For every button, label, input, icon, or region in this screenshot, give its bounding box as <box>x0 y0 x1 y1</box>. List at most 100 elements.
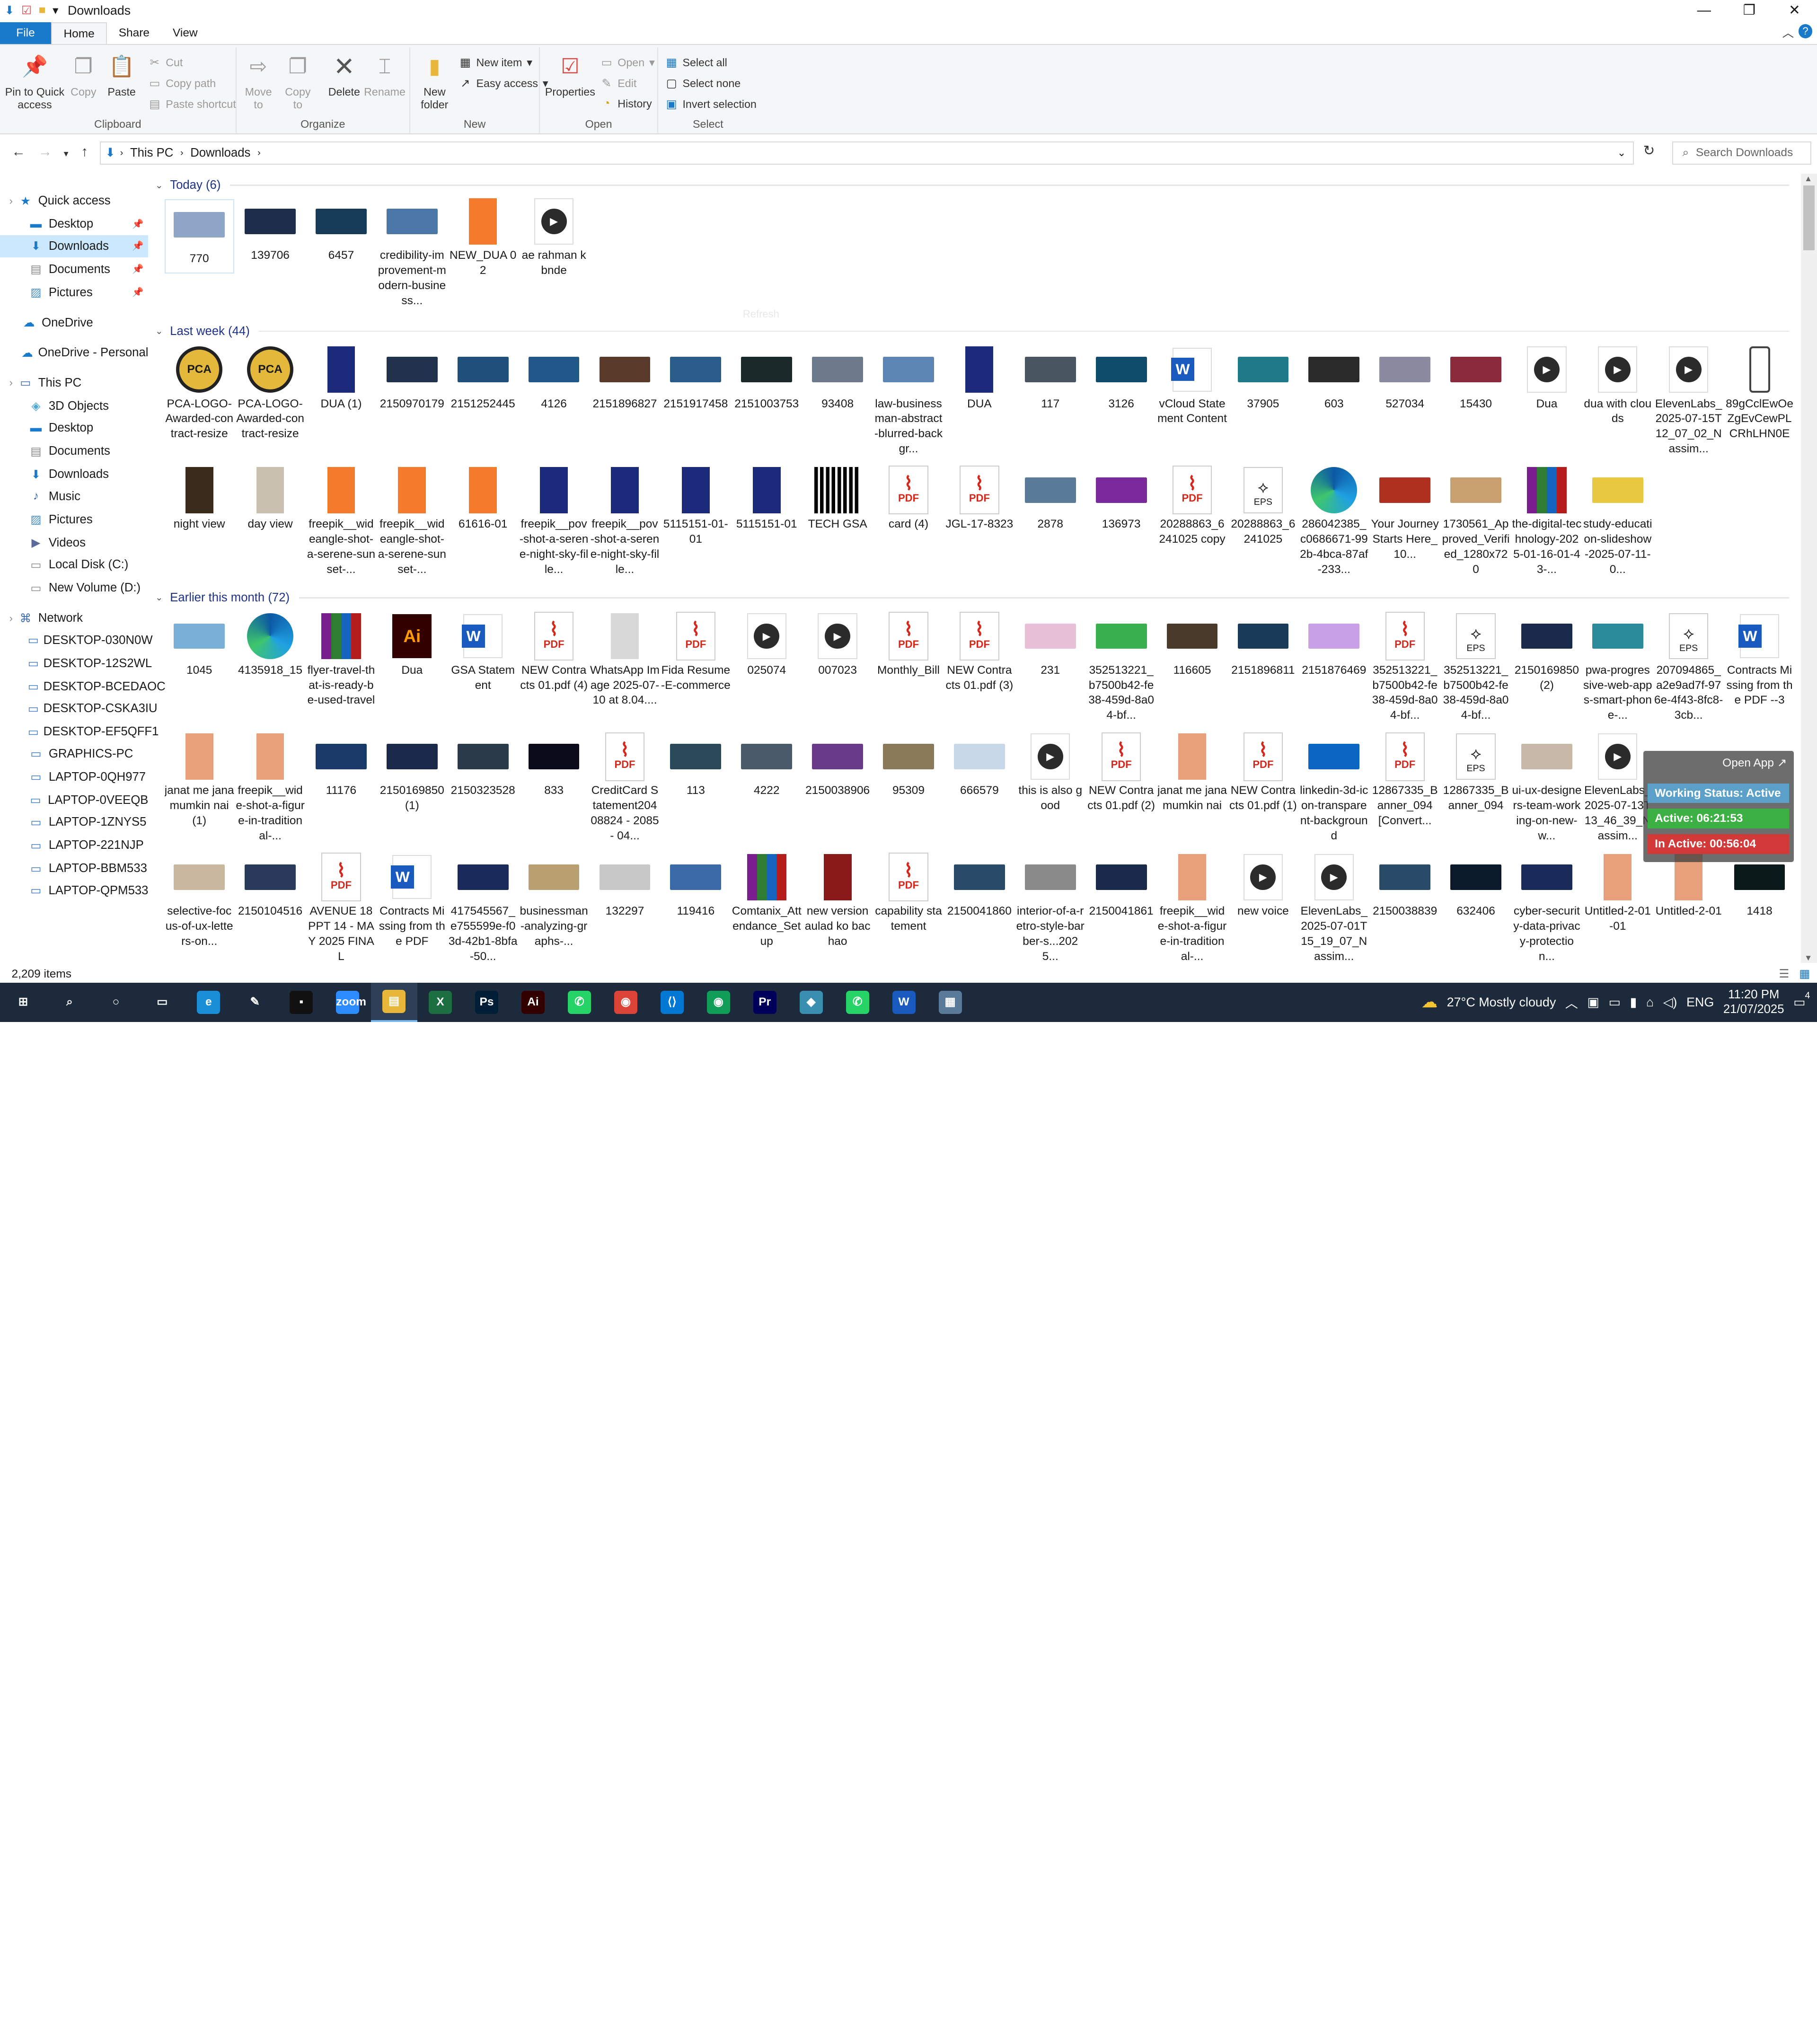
collapse-group-icon[interactable]: ⌄ <box>155 592 163 603</box>
sidebar-item[interactable]: ▭ LAPTOP-BBM533 <box>0 857 148 880</box>
sidebar-item[interactable]: › ⌘ Network <box>0 607 148 629</box>
scroll-up-icon[interactable]: ▲ <box>1804 174 1812 184</box>
file-item[interactable]: 113 <box>661 735 731 799</box>
file-item[interactable]: ⌇ PDF CreditCard Statement20408824 - 2085 … <box>590 732 660 844</box>
network-icon[interactable]: ⌂ <box>1646 995 1654 1010</box>
sidebar-item[interactable]: ☁ OneDrive <box>0 312 148 334</box>
copy-button[interactable]: ❐ Copy <box>67 52 100 98</box>
meet-now-icon[interactable]: ▣ <box>1587 995 1599 1010</box>
file-item[interactable]: 417545567_e755599e-f03d-42b1-8bfa-50... <box>448 855 518 963</box>
file-item[interactable]: 4222 <box>732 735 802 799</box>
file-item[interactable]: selective-focus-of-ux-letters-on... <box>165 855 234 949</box>
file-item[interactable]: ⌇ PDF NEW Contracts 01.pdf (2) <box>1086 732 1156 814</box>
file-item[interactable]: DUA (1) <box>307 346 376 412</box>
file-item[interactable]: freepik__pov-shot-a-serene-night-sky-fil… <box>590 467 660 577</box>
minimize-button[interactable]: — <box>1682 0 1727 21</box>
vertical-scrollbar[interactable]: ▲ ▼ <box>1800 174 1817 963</box>
screen-icon[interactable]: ▭ <box>1608 995 1620 1010</box>
file-item[interactable]: credibility-improvement-modern-business.… <box>377 199 447 308</box>
file-item[interactable]: 833 <box>519 735 589 799</box>
maximize-button[interactable]: ❐ <box>1727 0 1772 21</box>
open-button[interactable]: ▭ Open ▾ <box>600 55 654 70</box>
file-item[interactable]: 2150038906 <box>803 735 873 799</box>
paste-shortcut-button[interactable]: ▤ Paste shortcut <box>148 97 236 111</box>
edit-button[interactable]: ✎ Edit <box>600 76 637 90</box>
file-item[interactable]: ⌇ PDF NEW Contracts 01.pdf (1) <box>1228 732 1298 814</box>
breadcrumb-downloads[interactable]: Downloads <box>190 146 250 160</box>
file-item[interactable]: 1418 <box>1725 855 1794 919</box>
sidebar-item[interactable]: ◈ 3D Objects <box>0 395 148 417</box>
up-arrow-icon[interactable]: ↑ <box>81 144 88 160</box>
customize-toolbar-icon[interactable]: ▾ <box>53 3 58 18</box>
clock[interactable]: 11:20 PM 21/07/2025 <box>1723 987 1784 1018</box>
file-item[interactable]: 95309 <box>874 735 944 799</box>
sidebar-item[interactable]: ▭ DESKTOP-030N0W <box>0 629 153 652</box>
scroll-down-icon[interactable]: ▼ <box>1804 953 1812 963</box>
file-item[interactable]: 2150323528 <box>448 735 518 799</box>
file-item[interactable]: ▶ Dua <box>1512 346 1581 412</box>
sidebar-item[interactable]: ▤ Documents 📌 <box>0 258 148 281</box>
file-item[interactable]: ▶ this is also good <box>1015 733 1085 814</box>
file-item[interactable]: 37905 <box>1228 348 1298 412</box>
cut-button[interactable]: ✂ Cut <box>148 55 183 70</box>
file-item[interactable]: freepik__wide-shot-a-figure-in-tradition… <box>236 733 305 844</box>
file-item[interactable]: PCA PCA-LOGO-Awarded-contract-resize <box>236 346 305 441</box>
excel-icon[interactable]: X <box>417 983 464 1022</box>
file-item[interactable]: 139706 <box>236 199 305 263</box>
file-item[interactable]: 4135918_15 <box>236 613 305 678</box>
help-icon[interactable]: ? <box>1798 24 1813 38</box>
file-item[interactable]: vCloud Statement Content <box>1157 347 1227 427</box>
sidebar-item[interactable]: ▭ LAPTOP-221NJP <box>0 834 148 856</box>
file-item[interactable]: ⌇ PDF NEW Contracts 01.pdf (4) <box>519 612 589 693</box>
select-none-button[interactable]: ▢ Select none <box>665 76 741 90</box>
weather-text[interactable]: 27°C Mostly cloudy <box>1447 995 1556 1010</box>
sidebar-item[interactable]: ⬇ Downloads 📌 <box>0 235 149 257</box>
file-item[interactable]: 89gCclEwOeZgEvCewPLCRhLHN0E <box>1725 346 1794 441</box>
copy-to-button[interactable]: ❐ Copy to <box>281 52 315 111</box>
file-item[interactable]: 666579 <box>944 735 1014 799</box>
file-item[interactable]: 2150970179 <box>377 348 447 412</box>
file-item[interactable]: ▶ ElevenLabs_2025-07-13T13_46_39_Nassim..… <box>1583 733 1652 844</box>
file-item[interactable]: 231 <box>1015 614 1085 678</box>
vscode-icon[interactable]: ⟨⟩ <box>649 983 695 1022</box>
details-view-icon[interactable]: ☰ <box>1779 966 1789 982</box>
file-item[interactable]: janat me jana mumkin nai <box>1157 733 1227 814</box>
invert-selection-button[interactable]: ▣ Invert selection <box>665 97 757 111</box>
file-item[interactable]: 136973 <box>1086 468 1156 532</box>
open-app-button[interactable]: Open App ↗ <box>1722 756 1787 770</box>
file-item[interactable]: freepik__wideangle-shot-a-serene-sunset-… <box>377 467 447 577</box>
file-item[interactable]: ▶ dua with clouds <box>1583 346 1652 427</box>
file-item[interactable]: 770 <box>164 199 234 273</box>
group-header[interactable]: ⌄ Last week (44) <box>155 325 1790 338</box>
rename-button[interactable]: ⌶ Rename <box>364 52 406 98</box>
sidebar-item[interactable]: ⬇ Downloads <box>0 464 148 486</box>
move-to-button[interactable]: ⇨ Move to <box>241 52 275 111</box>
file-item[interactable]: 2151876469 <box>1299 614 1369 678</box>
file-item[interactable]: 61616-01 <box>448 467 518 532</box>
file-item[interactable]: 2150038839 <box>1370 855 1440 919</box>
file-item[interactable]: ▶ 025074 <box>732 613 802 678</box>
file-item[interactable]: ⟡ EPS 20288863_6241025 <box>1228 467 1298 547</box>
whatsapp-icon[interactable]: ✆ <box>556 983 602 1022</box>
terminal-icon[interactable]: ▪ <box>278 983 325 1022</box>
back-arrow-icon[interactable]: ← <box>11 144 25 160</box>
notifications-icon[interactable]: ▭ 4 <box>1793 990 1810 1010</box>
file-item[interactable]: ⌇ PDF capability statement <box>874 853 944 934</box>
properties-icon[interactable]: ☑ <box>21 3 32 18</box>
file-item[interactable]: 5115151-01 <box>732 467 802 532</box>
file-item[interactable]: freepik__pov-shot-a-serene-night-sky-fil… <box>519 467 589 577</box>
new-item-button[interactable]: ▦ New item ▾ <box>459 55 532 70</box>
history-button[interactable]: ◔ History <box>600 97 652 110</box>
file-item[interactable]: Comtanix_Attendance_Setup <box>732 854 802 949</box>
pin-quick-access-button[interactable]: 📌 Pin to Quick access <box>2 52 67 111</box>
select-all-button[interactable]: ▦ Select all <box>665 55 727 70</box>
app-icon[interactable]: ◆ <box>788 983 834 1022</box>
sidebar-item[interactable]: ☁ OneDrive - Personal <box>0 342 148 364</box>
delete-button[interactable]: ✕ Delete <box>327 52 362 98</box>
tab-file[interactable]: File <box>0 22 51 44</box>
file-item[interactable]: 603 <box>1299 348 1369 412</box>
collapse-group-icon[interactable]: ⌄ <box>155 326 163 337</box>
breadcrumb-this-pc[interactable]: This PC <box>130 146 173 160</box>
file-item[interactable]: 117 <box>1015 348 1085 412</box>
file-item[interactable]: 286042385_c0686671-992b-4bca-87af-233... <box>1299 467 1369 577</box>
